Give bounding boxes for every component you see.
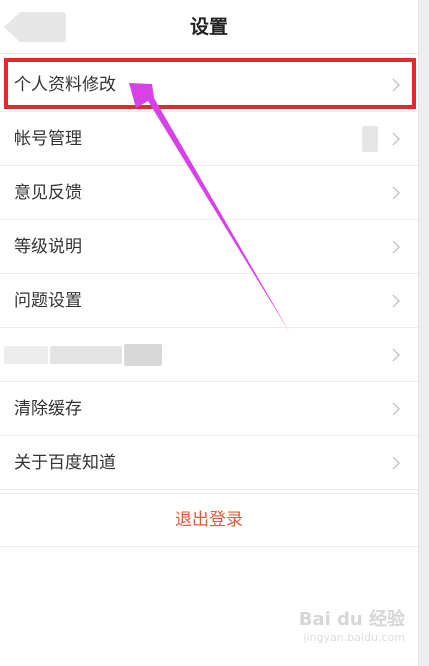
navigation-bar: 设置 — [0, 0, 418, 54]
blurred-text — [124, 344, 162, 366]
logout-button[interactable]: 退出登录 — [0, 493, 418, 547]
chevron-right-icon — [392, 132, 401, 146]
watermark: Bai du 经验 jingyan.baidu.com — [299, 605, 405, 644]
settings-item-label: 问题设置 — [14, 291, 82, 311]
settings-item-label: 清除缓存 — [14, 399, 82, 419]
chevron-right-icon — [392, 240, 401, 254]
settings-item-question-settings[interactable]: 问题设置 — [0, 274, 418, 328]
chevron-right-icon — [392, 456, 401, 470]
settings-item-label: 帐号管理 — [14, 129, 82, 149]
settings-item-clear-cache[interactable]: 清除缓存 — [0, 382, 418, 436]
blurred-text — [4, 346, 48, 364]
settings-screen: 设置 个人资料修改 帐号管理 意见反馈 等级说明 问题设置 清除缓存 关于百度知… — [0, 0, 418, 666]
page-title: 设置 — [189, 16, 228, 38]
settings-item-account[interactable]: 帐号管理 — [0, 112, 418, 166]
blurred-text — [50, 346, 122, 364]
settings-item-label: 意见反馈 — [14, 183, 82, 203]
settings-item-feedback[interactable]: 意见反馈 — [0, 166, 418, 220]
settings-item-blurred[interactable] — [0, 328, 418, 382]
settings-item-label: 等级说明 — [14, 237, 82, 257]
chevron-right-icon — [392, 78, 401, 92]
settings-item-profile-edit[interactable]: 个人资料修改 — [0, 58, 418, 112]
chevron-right-icon — [392, 294, 401, 308]
chevron-right-icon — [392, 348, 401, 362]
chevron-right-icon — [392, 186, 401, 200]
settings-item-level-info[interactable]: 等级说明 — [0, 220, 418, 274]
blurred-avatar — [362, 126, 378, 152]
settings-item-label: 关于百度知道 — [14, 453, 116, 473]
settings-item-label: 个人资料修改 — [14, 75, 116, 95]
settings-item-about[interactable]: 关于百度知道 — [0, 436, 418, 490]
settings-list: 个人资料修改 帐号管理 意见反馈 等级说明 问题设置 清除缓存 关于百度知道 — [0, 58, 418, 490]
watermark-brand: Bai du 经验 — [298, 609, 405, 630]
watermark-domain: jingyan.baidu.com — [303, 631, 405, 644]
chevron-right-icon — [392, 402, 401, 416]
side-edge — [418, 0, 429, 666]
